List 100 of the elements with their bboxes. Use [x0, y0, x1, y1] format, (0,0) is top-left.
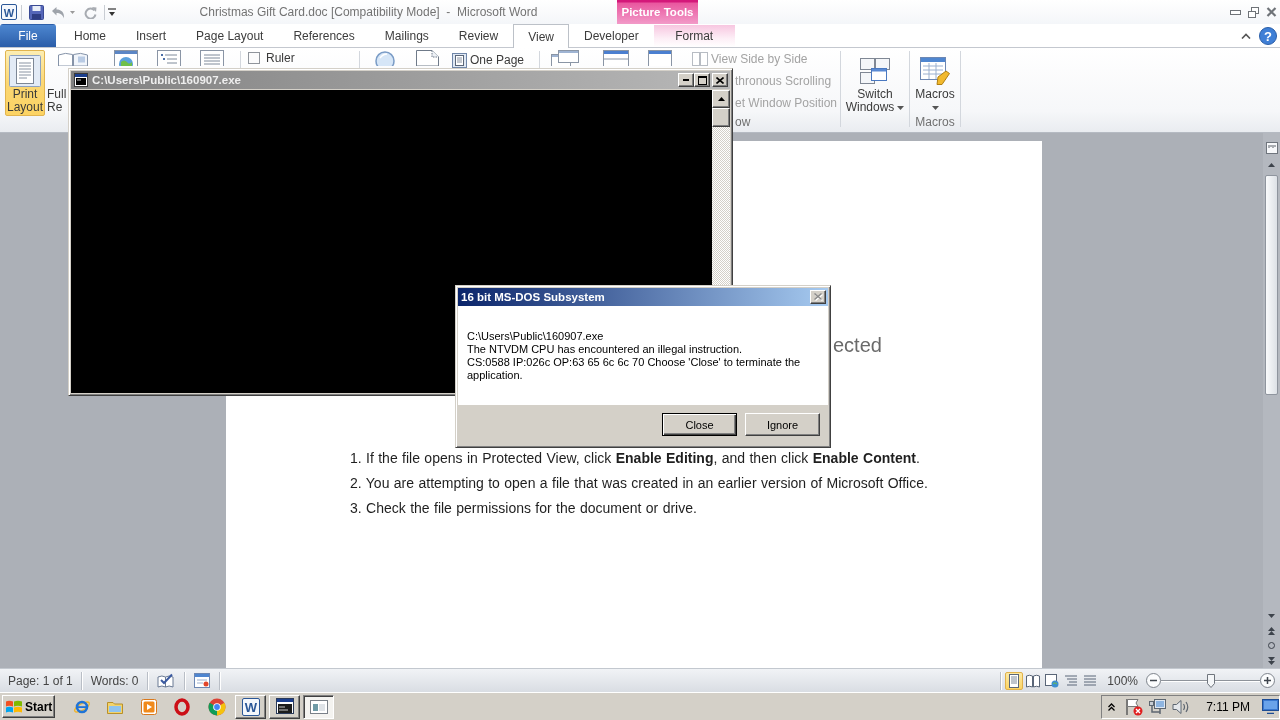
- ribbon-tab[interactable]: Developer: [568, 24, 654, 47]
- ring-logo-icon[interactable]: [173, 697, 192, 716]
- dialog-button[interactable]: Close: [662, 413, 737, 436]
- console-title: C:\Users\Public\160907.exe: [92, 74, 241, 86]
- scroll-up-button[interactable]: [712, 90, 730, 108]
- zoom-in-icon[interactable]: [1260, 673, 1275, 688]
- window-title: Christmas Gift Card.doc [Compatibility Mode] - Microsoft Word: [199, 5, 538, 19]
- switch-windows-button[interactable]: Switch Windows: [844, 50, 906, 115]
- maximize-button[interactable]: [694, 73, 710, 87]
- one-page-icon: [452, 52, 467, 68]
- word-count[interactable]: Words: 0: [81, 673, 147, 688]
- ruler-checkbox[interactable]: [248, 52, 260, 64]
- globe-page-icon: [1045, 673, 1060, 688]
- ribbon-tab[interactable]: Home: [59, 24, 121, 47]
- proofing-icon[interactable]: [156, 673, 174, 688]
- page-count[interactable]: Page: 1 of 1: [0, 673, 81, 688]
- dropdown-caret-icon: [931, 105, 939, 110]
- two-pane-window-icon[interactable]: [603, 50, 629, 66]
- clock[interactable]: 7:11 PM: [1206, 699, 1250, 714]
- file-tab[interactable]: File: [0, 24, 56, 47]
- vertical-scrollbar[interactable]: [1263, 133, 1280, 668]
- round-logo-icon[interactable]: [208, 697, 227, 716]
- dropdown-caret-icon[interactable]: [70, 10, 75, 14]
- word-app-icon: W: [1, 4, 17, 20]
- customize-caret-icon[interactable]: [108, 7, 116, 17]
- minimize-icon: [683, 79, 689, 81]
- flag-alert-icon[interactable]: [1125, 697, 1144, 716]
- dialog-message: C:\Users\Public\160907.exe The NTVDM CPU has encountered an illegal instruction. CS:0588 IP:026c OP:63 65 6c 6c 70 Choose 'Close' to terminate the application.: [467, 330, 802, 382]
- macros-button[interactable]: Macros: [914, 50, 956, 115]
- ribbon-tab[interactable]: View: [513, 24, 569, 48]
- show-hidden-icon[interactable]: [1108, 702, 1116, 711]
- open-book-icon[interactable]: [58, 52, 88, 66]
- minimize-icon[interactable]: [1230, 9, 1241, 15]
- close-icon[interactable]: [1266, 7, 1277, 17]
- scroll-down-icon[interactable]: [1268, 613, 1275, 618]
- window-icon[interactable]: [648, 50, 672, 66]
- print-layout-view-button[interactable]: [1005, 671, 1024, 690]
- collapse-ribbon-icon[interactable]: [1241, 32, 1251, 39]
- draft-page-icon[interactable]: [198, 50, 226, 66]
- ruler-label[interactable]: Ruler: [266, 51, 295, 65]
- word-letter-icon: W: [241, 697, 260, 716]
- zoom-level[interactable]: 100%: [1099, 673, 1146, 688]
- minimize-button[interactable]: [678, 73, 694, 87]
- ribbon-tab[interactable]: Format: [653, 24, 735, 47]
- ribbon-tab[interactable]: Mailings: [369, 24, 444, 47]
- close-button[interactable]: [712, 73, 728, 87]
- save-icon[interactable]: [29, 4, 44, 20]
- ribbon-tab[interactable]: References: [278, 24, 370, 47]
- taskbar-button[interactable]: [303, 694, 335, 719]
- print-layout-button[interactable]: Print Layout: [5, 50, 45, 116]
- page-lines-icon: [9, 54, 41, 87]
- dialog-title: 16 bit MS-DOS Subsystem: [461, 291, 605, 303]
- ribbon-tab[interactable]: Page Layout: [181, 24, 279, 47]
- ribbon-tab[interactable]: Insert: [121, 24, 182, 47]
- console-window-icon: [275, 697, 294, 716]
- open-book-icon: [1026, 673, 1041, 688]
- full-reading-button[interactable]: Full Re: [47, 88, 67, 114]
- switch-windows-icon: [860, 57, 890, 84]
- close-icon: [716, 76, 724, 84]
- console-app-icon: [74, 73, 88, 87]
- window-icon: [309, 699, 328, 714]
- globe-page-icon[interactable]: [112, 50, 140, 66]
- overlapping-windows-icon[interactable]: [551, 50, 579, 66]
- previous-page-icon[interactable]: [1268, 626, 1275, 635]
- speaker-icon[interactable]: [1172, 697, 1191, 716]
- macros-icon: [920, 56, 950, 85]
- start-button[interactable]: Start: [2, 695, 56, 718]
- restore-icon[interactable]: [1248, 6, 1259, 18]
- help-icon[interactable]: ?: [1259, 26, 1277, 45]
- maximize-icon: [697, 75, 707, 85]
- media-player-icon[interactable]: [141, 698, 158, 715]
- page-lines-icon: [1007, 673, 1022, 688]
- dialog-button[interactable]: Ignore: [745, 413, 820, 436]
- dropdown-caret-icon: [897, 105, 905, 110]
- zoom-out-icon[interactable]: [1146, 673, 1161, 688]
- ruler-toggle-icon[interactable]: [1265, 141, 1278, 154]
- scroll-thumb[interactable]: [1265, 175, 1278, 395]
- windows-flag-icon: [5, 698, 23, 715]
- browse-object-icon[interactable]: [1268, 642, 1275, 649]
- zoom-slider-thumb[interactable]: [1206, 673, 1215, 688]
- show-desktop-icon[interactable]: [1262, 699, 1279, 714]
- side-by-side-icon: [692, 52, 708, 66]
- group-label: Macros: [915, 115, 955, 130]
- macro-record-icon[interactable]: [193, 673, 210, 688]
- group-label: ow: [735, 115, 751, 130]
- page-icon[interactable]: [415, 50, 440, 66]
- scroll-up-icon[interactable]: [1268, 163, 1275, 167]
- outline-page-icon[interactable]: [155, 50, 183, 66]
- outline-list-icon: [1064, 673, 1079, 688]
- contextual-tab-header: Picture Tools: [617, 0, 698, 24]
- ribbon-tab[interactable]: Review: [443, 24, 514, 47]
- zoom-slider[interactable]: [1161, 672, 1260, 689]
- next-page-icon[interactable]: [1268, 656, 1275, 665]
- undo-icon[interactable]: [51, 5, 65, 19]
- taskbar-button[interactable]: W: [235, 694, 267, 719]
- lens-icon[interactable]: [375, 50, 395, 66]
- network-icon[interactable]: [1149, 698, 1167, 715]
- list-item: 1. If the file opens in Protected View, click Enable Editing, and then click Enable Content.: [350, 449, 920, 468]
- close-icon: [813, 293, 823, 301]
- heading-text: ected: [833, 333, 882, 357]
